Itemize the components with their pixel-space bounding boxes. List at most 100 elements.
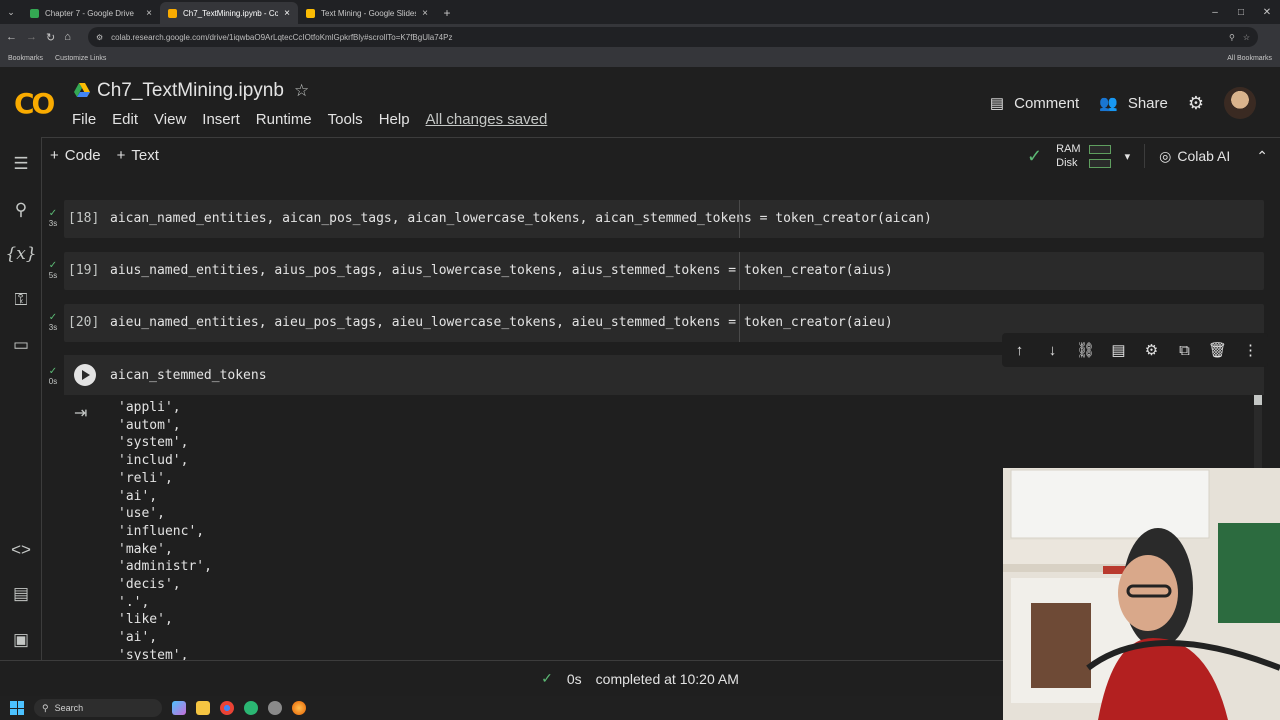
execution-count: [20]	[68, 315, 100, 330]
save-status[interactable]: All changes saved	[426, 111, 548, 128]
menu-file[interactable]: File	[72, 111, 96, 128]
windows-start-icon[interactable]	[10, 701, 24, 715]
output-line: '.',	[118, 594, 150, 610]
cell-code[interactable]: aican_named_entities, aican_pos_tags, ai…	[110, 211, 932, 226]
files-folder-icon[interactable]: ▭	[10, 334, 32, 356]
cell-code[interactable]: aican_stemmed_tokens	[110, 368, 267, 383]
mirror-cell-icon[interactable]: ⧉	[1175, 341, 1194, 360]
reload-icon[interactable]: ↻	[46, 31, 55, 44]
forward-icon[interactable]: →	[26, 31, 37, 43]
site-info-icon[interactable]: ⚙	[96, 33, 103, 42]
collapse-header-icon[interactable]: ⌃	[1244, 148, 1280, 165]
runtime-dropdown-icon[interactable]: ▾	[1125, 150, 1131, 163]
status-completed-text[interactable]: completed at 10:20 AM	[596, 671, 739, 687]
settings-gear-icon[interactable]: ⚙	[1188, 93, 1204, 114]
home-icon[interactable]: ⌂	[64, 31, 71, 43]
browser-tab-slides[interactable]: Text Mining - Google Slides ×	[298, 2, 436, 24]
status-check-icon: ✓	[541, 670, 553, 686]
colab-favicon-icon	[168, 8, 177, 18]
avatar[interactable]	[1224, 87, 1256, 119]
add-text-button[interactable]: + Text	[109, 147, 167, 164]
move-up-icon[interactable]: ↑	[1010, 341, 1029, 360]
webcam-video	[1003, 468, 1280, 720]
webcam-overlay	[1003, 468, 1280, 720]
runtime-status: ✓ RAM Disk ▾ ◎ Colab AI ⌃	[1027, 138, 1280, 174]
disk-label: Disk	[1056, 157, 1078, 169]
code-cell-18[interactable]: [18] aican_named_entities, aican_pos_tag…	[64, 200, 1264, 238]
minimize-icon[interactable]: –	[1202, 0, 1228, 24]
drive-icon[interactable]	[74, 83, 90, 97]
colab-logo[interactable]: CO	[14, 87, 55, 120]
close-tab-icon[interactable]: ×	[146, 8, 152, 19]
firefox-icon[interactable]	[292, 701, 306, 715]
tab-title: Ch7_TextMining.ipynb - Colab	[183, 8, 279, 18]
menu-edit[interactable]: Edit	[112, 111, 138, 128]
share-button[interactable]: 👥 Share	[1099, 94, 1168, 113]
menu-view[interactable]: View	[154, 111, 186, 128]
zoom-icon[interactable]: ⚲	[1229, 33, 1235, 42]
code-snippets-icon[interactable]: <>	[10, 539, 32, 561]
edge-icon[interactable]	[244, 701, 258, 715]
ram-bar	[1088, 144, 1111, 154]
file-explorer-icon[interactable]	[196, 701, 210, 715]
menu-runtime[interactable]: Runtime	[256, 111, 312, 128]
output-line: 'ai',	[118, 630, 158, 646]
chrome-icon[interactable]	[220, 701, 234, 715]
settings-icon[interactable]	[268, 701, 282, 715]
plus-icon: +	[116, 147, 126, 164]
variables-icon[interactable]: {x}	[5, 243, 36, 265]
colab-ai-icon: ◎	[1159, 147, 1172, 164]
bookmark-star-icon[interactable]: ☆	[1243, 33, 1250, 42]
cell-duration: 5s	[48, 271, 58, 280]
maximize-icon[interactable]: □	[1228, 0, 1254, 24]
tab-list-dropdown[interactable]: ⌄	[0, 0, 22, 24]
new-tab-button[interactable]: +	[436, 2, 458, 24]
run-cell-button[interactable]	[74, 364, 96, 386]
settings-gear-icon[interactable]: ⚙	[1142, 341, 1161, 360]
close-window-icon[interactable]: ✕	[1254, 0, 1280, 24]
scrollbar-thumb[interactable]	[1254, 395, 1262, 405]
menu-insert[interactable]: Insert	[202, 111, 240, 128]
secrets-key-icon[interactable]: ⚿	[10, 289, 32, 311]
search-icon[interactable]: ⚲	[10, 199, 32, 221]
link-icon[interactable]: ⛓	[1076, 341, 1095, 360]
close-tab-icon[interactable]: ×	[284, 8, 290, 19]
taskbar-search-label: Search	[54, 703, 84, 713]
ram-disk-indicator[interactable]: RAM Disk	[1056, 143, 1111, 169]
colab-ai-label: Colab AI	[1177, 148, 1231, 164]
taskbar-search[interactable]: ⚲ Search	[34, 699, 162, 717]
browser-tab-bar: ⌄ Chapter 7 - Google Drive × Ch7_TextMin…	[0, 0, 1280, 24]
add-code-button[interactable]: + Code	[42, 147, 109, 164]
cell-code[interactable]: aieu_named_entities, aieu_pos_tags, aieu…	[110, 315, 893, 330]
command-palette-icon[interactable]: ▤	[10, 583, 32, 605]
move-down-icon[interactable]: ↓	[1043, 341, 1062, 360]
comment-button[interactable]: ▤ Comment	[990, 94, 1079, 113]
browser-tab-colab[interactable]: Ch7_TextMining.ipynb - Colab ×	[160, 2, 298, 24]
comment-icon[interactable]: ▤	[1109, 341, 1128, 360]
menu-help[interactable]: Help	[379, 111, 410, 128]
colab-ai-button[interactable]: ◎ Colab AI	[1144, 144, 1230, 168]
star-icon[interactable]: ☆	[294, 81, 309, 101]
terminal-icon[interactable]: ▣	[10, 629, 32, 651]
table-of-contents-icon[interactable]: ☰	[10, 153, 32, 175]
url-bar[interactable]: ⚙ colab.research.google.com/drive/1iqwba…	[88, 27, 1258, 47]
back-icon[interactable]: ←	[6, 31, 17, 43]
code-cell-19[interactable]: [19] aius_named_entities, aius_pos_tags,…	[64, 252, 1264, 290]
menu-tools[interactable]: Tools	[328, 111, 363, 128]
output-actions-icon[interactable]: ⇥	[74, 403, 87, 423]
customize-links[interactable]: Customize Links	[55, 55, 106, 62]
bookmarks-link[interactable]: Bookmarks	[8, 55, 43, 62]
delete-icon[interactable]: 🗑	[1208, 341, 1227, 360]
output-line: 'system',	[118, 647, 189, 660]
output-text[interactable]: 'appli', 'autom', 'system', 'includ','reli'…	[118, 399, 212, 660]
cell-code[interactable]: aius_named_entities, aius_pos_tags, aius…	[110, 263, 893, 278]
ram-label: RAM	[1056, 143, 1081, 155]
more-vert-icon[interactable]: ⋮	[1241, 341, 1260, 360]
copilot-icon[interactable]	[172, 701, 186, 715]
all-bookmarks-link[interactable]: All Bookmarks	[1227, 55, 1272, 62]
close-tab-icon[interactable]: ×	[422, 8, 428, 19]
notebook-title[interactable]: Ch7_TextMining.ipynb	[97, 80, 284, 102]
browser-tab-drive[interactable]: Chapter 7 - Google Drive ×	[22, 2, 160, 24]
output-line: 'system',	[118, 435, 189, 451]
output-line: 'use',	[118, 506, 165, 522]
